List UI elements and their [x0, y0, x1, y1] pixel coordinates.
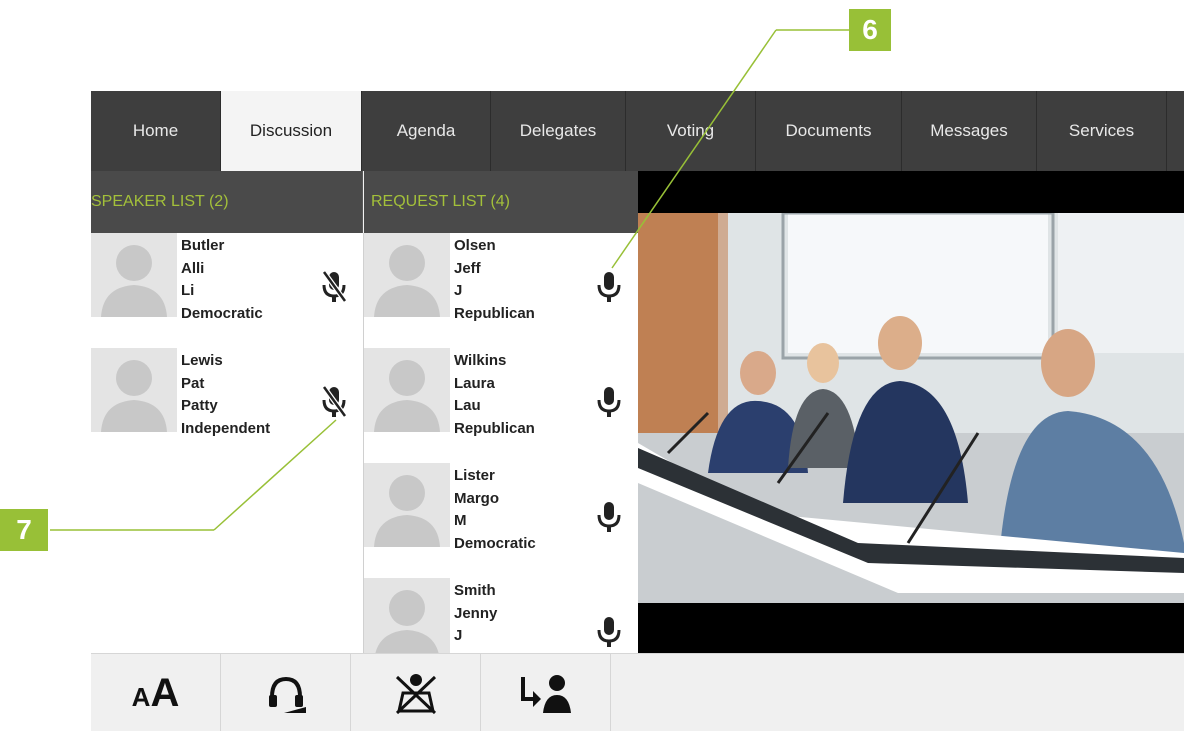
speaker-list: Butler Alli Li Democratic Lewis Pat Patt…: [91, 233, 364, 653]
delegate-last-name: Smith: [454, 582, 496, 599]
mute-all-button[interactable]: [351, 654, 481, 731]
font-large-glyph: A: [150, 670, 180, 715]
speaker-entry[interactable]: Lewis Pat Patty Independent: [91, 348, 363, 463]
mute-all-icon: [395, 674, 436, 715]
conference-app: Home Discussion Agenda Delegates Voting …: [91, 91, 1184, 731]
delegate-short-name: J: [454, 627, 463, 644]
mic-muted-icon[interactable]: [321, 384, 348, 420]
delegate-last-name: Olsen: [454, 237, 496, 254]
request-entry[interactable]: Olsen Jeff J Republican: [364, 233, 638, 348]
delegate-first-name: Jeff: [454, 259, 481, 277]
tab-agenda[interactable]: Agenda: [362, 91, 491, 171]
mic-icon[interactable]: [596, 384, 622, 420]
delegate-party: Independent: [181, 419, 271, 437]
mic-icon[interactable]: [596, 269, 622, 305]
delegate-last-name: Lister: [454, 467, 495, 484]
tab-discussion[interactable]: Discussion: [221, 91, 362, 171]
delegate-names: Butler Alli Li Democratic: [181, 235, 263, 325]
request-entry[interactable]: Lister Margo M Democratic: [364, 463, 638, 578]
delegate-first-name: Alli: [181, 259, 205, 277]
main-nav: Home Discussion Agenda Delegates Voting …: [91, 91, 1184, 171]
delegate-first-name: Pat: [181, 374, 205, 392]
speaker-entry[interactable]: Butler Alli Li Democratic: [91, 233, 363, 348]
conference-photo: [638, 213, 1184, 603]
delegate-short-name: Lau: [454, 397, 481, 414]
delegate-names: Lewis Pat Patty Independent: [181, 350, 270, 440]
delegate-short-name: Patty: [181, 397, 218, 414]
avatar: [91, 233, 177, 317]
callout-7: 7: [0, 509, 48, 551]
avatar: [91, 348, 177, 432]
delegate-first-name: Laura: [454, 374, 495, 392]
delegate-names: Wilkins Laura Lau Republican: [454, 350, 535, 440]
avatar: [364, 578, 450, 653]
delegate-names: Lister Margo M Democratic: [454, 465, 536, 555]
delegate-short-name: M: [454, 512, 467, 529]
delegate-party: Democratic: [454, 534, 536, 552]
tab-documents[interactable]: Documents: [756, 91, 902, 171]
delegate-last-name: Butler: [181, 237, 225, 254]
transfer-speaker-icon: [520, 675, 571, 713]
delegate-party: Democratic: [181, 304, 263, 322]
tab-messages[interactable]: Messages: [902, 91, 1037, 171]
avatar: [364, 463, 450, 547]
delegate-last-name: Lewis: [181, 352, 223, 369]
avatar: [364, 233, 450, 317]
request-entry[interactable]: Wilkins Laura Lau Republican: [364, 348, 638, 463]
mic-icon[interactable]: [596, 499, 622, 535]
font-size-button[interactable]: AA: [91, 654, 221, 731]
delegate-last-name: Wilkins: [454, 352, 507, 369]
delegate-names: Olsen Jeff J Republican: [454, 235, 535, 325]
font-small-glyph: A: [131, 681, 151, 712]
font-size-icon: AA: [132, 671, 180, 716]
delegate-party: Republican: [454, 304, 535, 322]
callout-6: 6: [849, 9, 891, 51]
request-entry[interactable]: Smith Jenny J: [364, 578, 638, 653]
request-list: Olsen Jeff J Republican Wilkins Laura La…: [364, 233, 638, 653]
delegate-short-name: Li: [181, 282, 195, 299]
video-feed: [638, 171, 1184, 653]
transfer-speaker-button[interactable]: [481, 654, 611, 731]
delegate-party: Republican: [454, 419, 535, 437]
headset-button[interactable]: [221, 654, 351, 731]
delegate-short-name: J: [454, 282, 463, 299]
speaker-list-header: SPEAKER LIST (2): [91, 171, 363, 233]
tab-voting[interactable]: Voting: [626, 91, 756, 171]
headset-icon: [268, 676, 306, 713]
mic-icon[interactable]: [596, 614, 622, 650]
delegate-first-name: Margo: [454, 489, 499, 507]
request-list-title: REQUEST LIST (4): [371, 193, 510, 210]
delegate-names: Smith Jenny J: [454, 580, 497, 648]
tab-delegates[interactable]: Delegates: [491, 91, 626, 171]
request-list-header: REQUEST LIST (4): [364, 171, 638, 233]
tab-home[interactable]: Home: [91, 91, 221, 171]
bottom-toolbar: AA: [91, 653, 1184, 731]
mic-muted-icon[interactable]: [321, 269, 348, 305]
avatar: [364, 348, 450, 432]
speaker-list-title: SPEAKER LIST (2): [91, 193, 229, 210]
delegate-first-name: Jenny: [454, 604, 498, 622]
tab-services[interactable]: Services: [1037, 91, 1167, 171]
